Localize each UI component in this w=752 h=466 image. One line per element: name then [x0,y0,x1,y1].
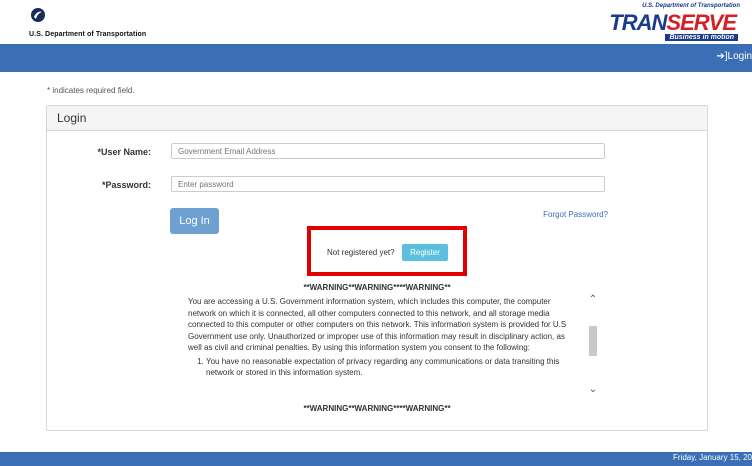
dot-logo-icon [31,8,45,22]
warning-list-item: You have no reasonable expectation of pr… [206,356,576,379]
chevron-up-icon[interactable]: ⌃ [587,294,599,306]
panel-title: Login [57,111,87,125]
username-label: *User Name: [97,147,151,157]
brand-top-text: U.S. Department of Transportation [642,3,740,9]
nav-login-label: Login [727,51,752,62]
transerve-logo: U.S. Department of Transportation TRANSE… [590,3,740,43]
warning-header: **WARNING**WARNING****WARNING** [303,283,451,292]
login-panel: Login *User Name: *Password: Log In Forg… [46,105,708,431]
required-field-note: * indicates required field. [47,86,135,95]
brand-main-text: TRAN [609,10,667,35]
password-label: *Password: [101,180,151,190]
forgot-password-link[interactable]: Forgot Password? [543,210,608,219]
warning-text: You are accessing a U.S. Government info… [188,297,567,352]
scroll-thumb[interactable] [589,326,597,356]
password-input[interactable] [171,176,605,192]
username-input[interactable] [171,143,605,159]
brand-main: TRANSERVE [609,10,737,36]
brand-main-accent: SERVE [666,10,737,35]
panel-header: Login [47,106,707,131]
brand-tagline: Business in motion [665,34,738,41]
warning-body: You are accessing a U.S. Government info… [188,296,576,379]
not-registered-text: Not registered yet? [327,248,395,257]
register-button[interactable]: Register [402,244,448,261]
sign-in-icon: ➔] [716,51,728,62]
login-button[interactable]: Log In [170,208,219,234]
nav-login-link[interactable]: ➔]Login [716,51,752,62]
warning-scrollbar[interactable]: ⌃ ⌄ [587,294,599,398]
warning-footer: **WARNING**WARNING****WARNING** [303,404,451,413]
chevron-down-icon[interactable]: ⌄ [587,384,599,396]
footer-date: Friday, January 15, 20 [672,453,752,462]
footer-bar: Friday, January 15, 20 [0,452,752,466]
top-header: U.S. Department of Transportation U.S. D… [0,0,752,44]
warning-list: You have no reasonable expectation of pr… [188,356,576,379]
navbar: ➔]Login [0,44,752,72]
agency-name: U.S. Department of Transportation [29,31,147,38]
